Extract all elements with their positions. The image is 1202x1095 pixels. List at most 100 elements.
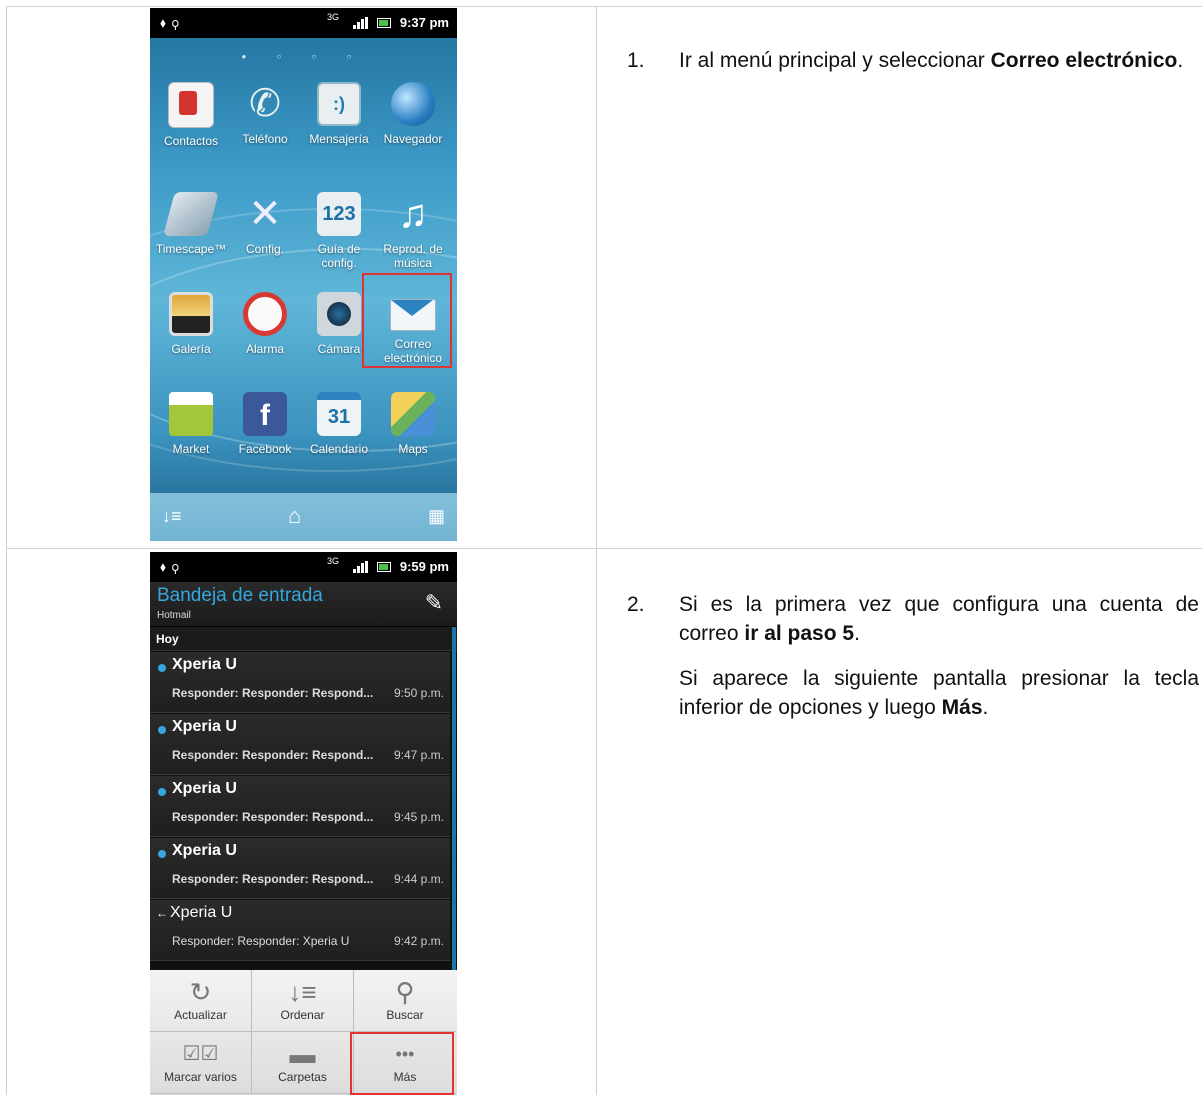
camera-icon [317, 292, 361, 336]
app-market[interactable]: Market [155, 388, 227, 484]
mail-sender: Xperia U [172, 842, 237, 859]
app-label: Maps [398, 442, 428, 456]
app-config[interactable]: ✕ Config. [229, 188, 301, 284]
app-maps[interactable]: Maps [377, 388, 449, 484]
unread-dot-icon [158, 664, 166, 672]
table-border-top [6, 6, 1202, 7]
table-border-left [6, 6, 7, 1095]
scrollbar[interactable] [452, 627, 456, 972]
refresh-icon: ↻ [189, 977, 212, 1007]
folder-icon: ▬ [289, 1039, 316, 1069]
market-icon [169, 392, 213, 436]
app-mensajeria[interactable]: :) Mensajería [303, 78, 375, 174]
table-column-divider [596, 6, 597, 1095]
mail-sender: Xperia U [172, 780, 237, 797]
search-icon: ⚲ [395, 977, 415, 1007]
mail-time: 9:45 p.m. [393, 810, 444, 824]
app-label: Timescape™ [155, 242, 227, 256]
sort-icon[interactable]: ↓≡ [162, 506, 182, 527]
mail-item[interactable]: ← Xperia U Responder: Responder: Xperia … [150, 900, 450, 961]
app-calendario[interactable]: 31 Calendario [303, 388, 375, 484]
app-musica[interactable]: ♫ Reprod. de música [377, 188, 449, 284]
app-label: Contactos [163, 134, 219, 148]
gallery-icon [169, 292, 213, 336]
mail-time: 9:44 p.m. [393, 872, 444, 886]
mail-subject: Responder: Responder: Respond... [172, 810, 374, 824]
app-label: Teléfono [242, 132, 288, 146]
calendar-icon: 31 [317, 392, 361, 436]
facebook-icon: f [243, 392, 287, 436]
app-label: Market [172, 442, 210, 456]
battery-icon [377, 562, 391, 572]
step-paragraph-2: Si aparece la siguiente pantalla presion… [679, 664, 1199, 722]
mail-item[interactable]: Xperia U Responder: Responder: Respond..… [150, 776, 450, 837]
menu-label: Ordenar [280, 1008, 325, 1022]
step-number: 1. [627, 49, 645, 72]
mail-sender: Xperia U [170, 904, 233, 921]
menu-item-buscar[interactable]: ⚲ Buscar [354, 970, 456, 1032]
settings-icon: ✕ [248, 192, 282, 236]
menu-label: Carpetas [278, 1070, 327, 1084]
mark-multiple-icon: ☑☑ [182, 1043, 219, 1065]
step-paragraph-1: Si es la primera vez que configura una c… [679, 590, 1199, 648]
unread-dot-icon [158, 850, 166, 858]
app-label: Alarma [245, 342, 284, 356]
app-label: Facebook [238, 442, 292, 456]
app-alarma[interactable]: Alarma [229, 288, 301, 384]
menu-label: Actualizar [174, 1008, 227, 1022]
step-text-bold: Más [941, 696, 983, 719]
app-navegador[interactable]: Navegador [377, 78, 449, 174]
alarm-icon [243, 292, 287, 336]
notification-icons: ⬧⚲ [160, 559, 185, 574]
phone-icon: ✆ [249, 83, 281, 125]
battery-icon [377, 18, 391, 28]
app-label: Reprod. de música [383, 242, 443, 270]
mail-item[interactable]: Xperia U Responder: Responder: Respond..… [150, 652, 450, 713]
status-time: 9:59 pm [399, 559, 449, 574]
app-label: Navegador [383, 132, 443, 146]
step-text-part: . [854, 622, 860, 645]
messaging-icon: :) [317, 82, 361, 126]
page-indicator: ● ○ ○ ○ [241, 52, 366, 61]
step-text-part: Ir al menú principal y seleccionar [679, 49, 991, 72]
mail-time: 9:50 p.m. [393, 686, 444, 700]
app-galeria[interactable]: Galería [155, 288, 227, 384]
menu-item-actualizar[interactable]: ↻ Actualizar [150, 970, 252, 1032]
timescape-icon [163, 192, 219, 236]
mail-subject: Responder: Responder: Xperia U [172, 934, 350, 948]
menu-item-carpetas[interactable]: ▬ Carpetas [252, 1032, 354, 1094]
app-telefono[interactable]: ✆ Teléfono [229, 78, 301, 174]
app-guia-config[interactable]: 123 Guía de config. [303, 188, 375, 284]
menu-item-ordenar[interactable]: ↓≡ Ordenar [252, 970, 354, 1032]
app-contactos[interactable]: Contactos [155, 78, 227, 174]
menu-item-marcar-varios[interactable]: ☑☑ Marcar varios [150, 1032, 252, 1094]
mail-subject: Responder: Responder: Respond... [172, 748, 374, 762]
app-facebook[interactable]: f Facebook [229, 388, 301, 484]
step-text-bold: Correo electrónico [990, 49, 1178, 72]
grid-icon[interactable]: ▦ [428, 506, 445, 527]
app-label: Calendario [309, 442, 369, 456]
app-label: Config. [245, 242, 285, 256]
step-text-part: . [982, 696, 989, 719]
inbox-title: Bandeja de entrada [157, 585, 323, 606]
highlight-box [350, 1032, 454, 1095]
step-text-part: Si aparece la siguiente pantalla presion… [679, 667, 1199, 719]
network-type-label: 3G [326, 556, 339, 566]
status-bar: ⬧⚲ 3G 9:59 pm [150, 552, 457, 582]
mail-sender: Xperia U [172, 718, 237, 735]
browser-icon [391, 82, 435, 126]
mail-item[interactable]: Xperia U Responder: Responder: Respond..… [150, 714, 450, 775]
maps-icon [391, 392, 435, 436]
account-name: Hotmail [157, 610, 191, 621]
status-time: 9:37 pm [399, 15, 449, 30]
setup-guide-icon: 123 [317, 192, 361, 236]
phone-screenshot-inbox: ⬧⚲ 3G 9:59 pm Bandeja de entrada Hotmail… [150, 552, 457, 1095]
app-timescape[interactable]: Timescape™ [155, 188, 227, 284]
step-text-bold: ir al paso 5 [744, 622, 855, 645]
notification-icons: ⬧⚲ [160, 15, 185, 30]
home-icon[interactable]: ⌂ [288, 503, 301, 529]
mail-item[interactable]: Xperia U Responder: Responder: Respond..… [150, 838, 450, 899]
compose-icon[interactable]: ✎ [425, 590, 443, 616]
home-dock: ↓≡ ⌂ ▦ [150, 493, 457, 541]
inbox-header: Bandeja de entrada Hotmail ✎ [150, 582, 457, 627]
